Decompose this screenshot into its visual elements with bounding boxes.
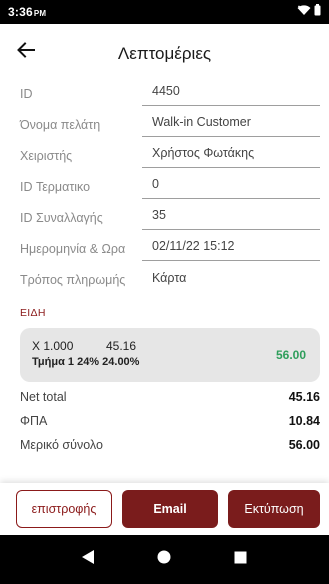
status-bar: 3:36PM (0, 0, 329, 24)
detail-value: Χρήστος Φωτάκης (142, 146, 320, 168)
summary-row-subtotal: Μερικό σύνολο 56.00 (20, 433, 320, 457)
item-price: 45.16 (106, 339, 137, 353)
items-section-title: ΕΙΔΗ (20, 307, 46, 319)
status-time-period: PM (33, 9, 47, 18)
app-bar: Λεπτομέριες (0, 24, 329, 80)
summary-label: ΦΠΑ (20, 414, 48, 428)
summary-label: Net total (20, 390, 67, 404)
system-nav-bar (0, 535, 329, 584)
battery-icon (314, 3, 321, 21)
item-tax-info: Τμήμα 1 24% 24.00% (32, 356, 140, 368)
detail-row-terminal: ID Τερματικο 0 (20, 168, 320, 199)
status-time-value: 3:36 (8, 5, 33, 19)
detail-value: Walk-in Customer (142, 115, 320, 137)
detail-label: ID (20, 87, 33, 101)
summary-value: 45.16 (288, 390, 320, 404)
detail-value: 4450 (142, 84, 320, 106)
item-card[interactable]: X 1.000 45.16 Τμήμα 1 24% 24.00% 56.00 (20, 328, 320, 382)
detail-value: 0 (142, 177, 320, 199)
nav-home-button[interactable] (154, 550, 174, 570)
square-recents-icon (234, 551, 247, 569)
summary-row-vat: ΦΠΑ 10.84 (20, 409, 320, 433)
detail-value: 02/11/22 15:12 (142, 239, 320, 261)
detail-label: ID Τερματικο (20, 180, 91, 194)
item-quantity: X 1.000 (32, 339, 74, 353)
item-total: 56.00 (275, 348, 306, 362)
summary-label: Μερικό σύνολο (20, 438, 103, 452)
status-time: 3:36PM (8, 5, 46, 19)
summary-row-net: Net total 45.16 (20, 385, 320, 409)
print-button[interactable]: Εκτύπωση (228, 490, 320, 528)
detail-row-id: ID 4450 (20, 84, 320, 106)
detail-value: Κάρτα (152, 271, 187, 285)
nav-recents-button[interactable] (231, 550, 251, 570)
nav-back-button[interactable] (78, 550, 98, 570)
summary: Net total 45.16 ΦΠΑ 10.84 Μερικό σύνολο … (20, 385, 320, 457)
detail-label: Τρόπος πληρωμής (20, 273, 126, 287)
detail-label: Όνομα πελάτη (20, 118, 101, 132)
detail-row-payment: Τρόπος πληρωμής Κάρτα (20, 261, 320, 292)
status-icons (297, 3, 321, 21)
circle-home-icon (157, 550, 171, 569)
page-title: Λεπτομέριες (117, 44, 212, 63)
return-button[interactable]: επιστροφής (16, 490, 112, 528)
detail-row-operator: Χειριστής Χρήστος Φωτάκης (20, 137, 320, 168)
email-button[interactable]: Email (122, 490, 218, 528)
detail-value: 35 (142, 208, 320, 230)
detail-row-transaction: ID Συναλλαγής 35 (20, 199, 320, 230)
detail-row-datetime: Ημερομηνία & Ωρα 02/11/22 15:12 (20, 230, 320, 261)
details-list: ID 4450 Όνομα πελάτη Walk-in Customer Χε… (20, 84, 320, 292)
summary-value: 56.00 (288, 438, 320, 452)
detail-label: ID Συναλλαγής (20, 211, 103, 225)
action-bar: επιστροφής Email Εκτύπωση (0, 483, 329, 535)
detail-row-customer: Όνομα πελάτη Walk-in Customer (20, 106, 320, 137)
wifi-icon (297, 3, 311, 21)
triangle-back-icon (81, 549, 95, 570)
summary-value: 10.84 (288, 414, 320, 428)
detail-label: Χειριστής (20, 149, 73, 163)
detail-label: Ημερομηνία & Ωρα (20, 242, 126, 256)
